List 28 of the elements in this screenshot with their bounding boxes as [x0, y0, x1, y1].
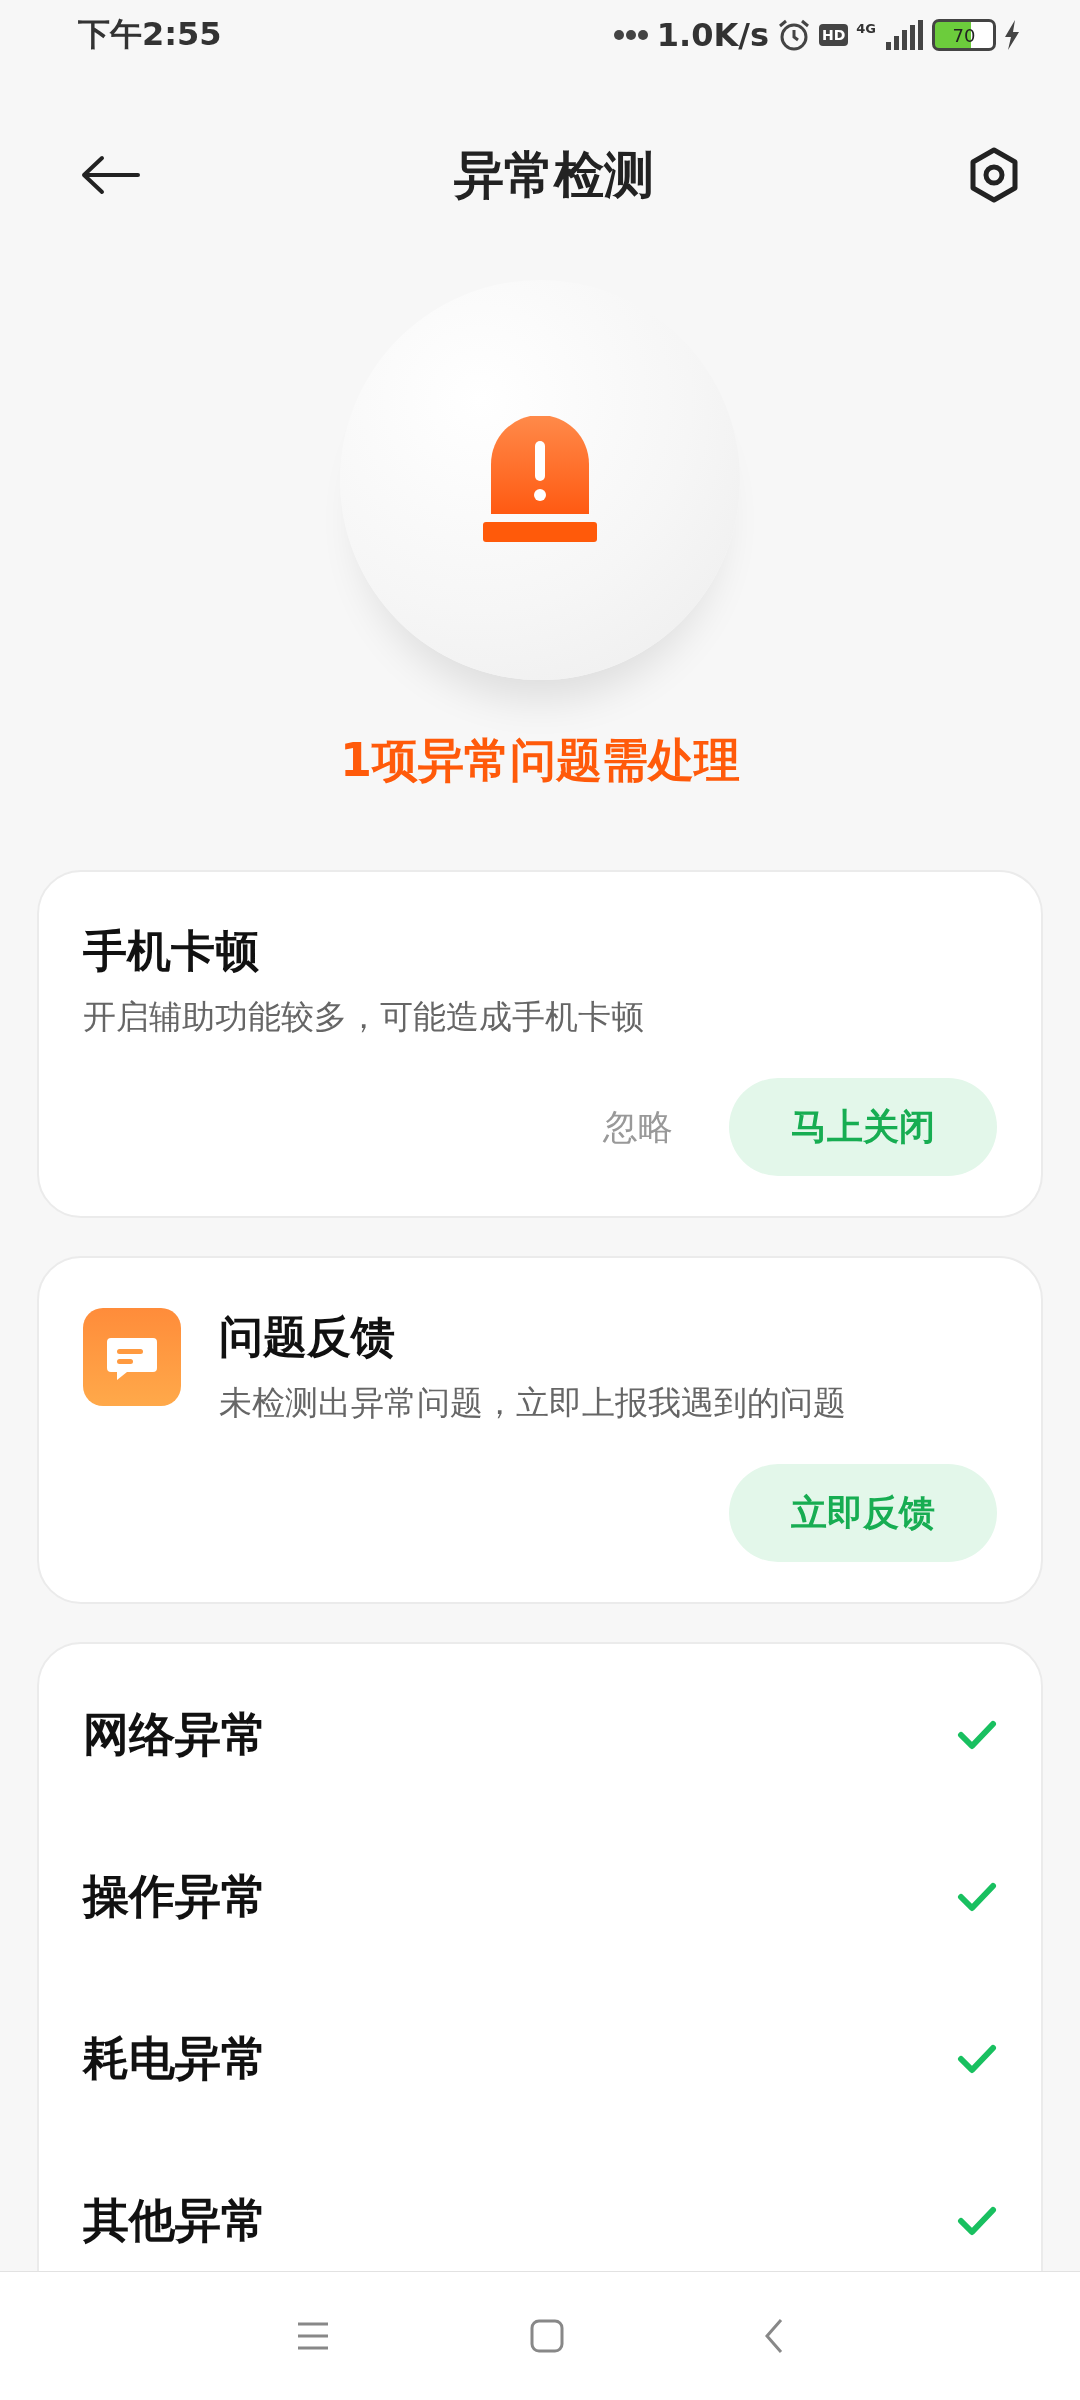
charging-icon — [1004, 20, 1020, 50]
check-label: 网络异常 — [83, 1706, 267, 1763]
notification-dots-icon — [612, 29, 649, 41]
home-button[interactable] — [530, 2319, 564, 2353]
ignore-button[interactable]: 忽略 — [597, 1102, 679, 1152]
status-time: 下午2:55 — [78, 14, 222, 55]
close-now-button[interactable]: 马上关闭 — [729, 1078, 997, 1176]
hd-badge: HD — [818, 24, 849, 46]
alarm-icon — [776, 18, 811, 52]
feedback-title: 问题反馈 — [219, 1310, 396, 1364]
check-label: 其他异常 — [83, 2192, 267, 2249]
network-type: 4G — [856, 20, 876, 36]
issue-description: 开启辅助功能较多，可能造成手机卡顿 — [83, 996, 645, 1038]
check-label: 耗电异常 — [83, 2030, 267, 2087]
settings-button[interactable] — [968, 147, 1020, 203]
feedback-button[interactable]: 立即反馈 — [729, 1464, 997, 1562]
message-icon — [83, 1308, 181, 1406]
network-speed: 1.0K/s — [656, 16, 769, 54]
back-button[interactable] — [80, 155, 140, 195]
menu-button[interactable] — [296, 2321, 330, 2351]
signal-icon — [884, 20, 924, 50]
summary-text: 1项异常问题需处理 — [340, 732, 740, 789]
issue-title: 手机卡顿 — [83, 924, 260, 978]
check-label: 操作异常 — [83, 1868, 267, 1925]
feedback-description: 未检测出异常问题，立即上报我遇到的问题 — [219, 1382, 846, 1424]
page-title: 异常检测 — [454, 144, 654, 206]
alarm-light-icon — [483, 416, 597, 544]
back-nav-button[interactable] — [764, 2318, 784, 2354]
